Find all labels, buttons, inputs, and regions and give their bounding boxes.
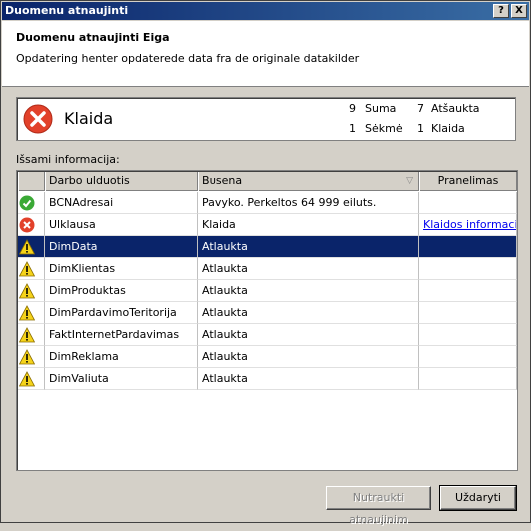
error-details-link[interactable]: Klaidos informacija: — [423, 218, 516, 231]
title-bar[interactable]: Duomenu atnaujinti ? X — [2, 2, 529, 20]
cancelled-label: Atšaukta — [431, 102, 480, 115]
row-icon-cell — [18, 324, 45, 346]
table-header: Darbo ulduotis Bᴜsena ▽ Pranelimas — [18, 172, 517, 191]
status-cell: Atlaukta — [198, 236, 419, 258]
column-header-status[interactable]: Bᴜsena ▽ — [198, 172, 419, 191]
message-cell — [419, 302, 517, 324]
table-row[interactable]: DimValiuta Atlaukta — [18, 368, 517, 390]
task-table[interactable]: Darbo ulduotis Bᴜsena ▽ Pranelimas BCNAd… — [16, 170, 518, 471]
message-cell[interactable]: Klaidos informacija: — [419, 214, 517, 236]
icon-column-header[interactable] — [18, 172, 45, 191]
message-cell — [419, 258, 517, 280]
row-icon-cell — [18, 302, 45, 324]
row-icon-cell — [18, 280, 45, 302]
table-row[interactable]: DimPardavimoTeritorija Atlaukta — [18, 302, 517, 324]
table-row[interactable]: DimKlientas Atlaukta — [18, 258, 517, 280]
status-cell: Atlaukta — [198, 302, 419, 324]
task-cell: DimData — [45, 236, 198, 258]
stop-refresh-button[interactable]: Nutraukti atnaujinim — [326, 486, 431, 526]
window-title: Duomenu atnaujinti — [5, 4, 129, 17]
status-cell: Atlaukta — [198, 346, 419, 368]
close-button[interactable]: Uždaryti — [439, 485, 517, 511]
message-cell — [419, 280, 517, 302]
error-count: 1 — [417, 122, 424, 135]
success-count: 1 — [349, 122, 356, 135]
row-icon-cell — [18, 214, 45, 236]
header-subtitle: Opdatering henter opdaterede data fra de… — [16, 52, 360, 65]
status-cell: Atlaukta — [198, 368, 419, 390]
total-count: 9 — [349, 102, 356, 115]
total-label: Suma — [365, 102, 397, 115]
column-header-status-label: Bᴜsena — [202, 174, 243, 187]
message-cell — [419, 346, 517, 368]
task-cell: DimReklama — [45, 346, 198, 368]
header-title: Duomenu atnaujinti Eiga — [16, 31, 170, 44]
table-row[interactable]: FaktInternetPardavimas Atlaukta — [18, 324, 517, 346]
status-cell: Atlaukta — [198, 280, 419, 302]
row-icon-cell — [18, 236, 45, 258]
details-label: Išsami informacija: — [16, 153, 120, 166]
row-icon-cell — [18, 258, 45, 280]
refresh-dialog: Duomenu atnaujinti ? X Duomenu atnaujint… — [0, 0, 531, 526]
table-row[interactable]: BCNAdresai Pavyko. Perkeltos 64 999 eilut… — [18, 192, 517, 214]
help-button[interactable]: ? — [493, 4, 509, 18]
success-label: Sėkmė — [365, 122, 403, 135]
dialog-header: Duomenu atnaujinti Eiga Opdatering hente… — [2, 21, 529, 87]
table-row[interactable]: DimData Atlaukta — [18, 236, 517, 258]
close-window-button[interactable]: X — [511, 4, 527, 18]
status-cell: Pavyko. Perkeltos 64 999 eiluts. — [198, 192, 419, 214]
column-header-message[interactable]: Pranelimas — [419, 172, 517, 191]
row-icon-cell — [18, 346, 45, 368]
message-cell — [419, 324, 517, 346]
status-label: Klaida — [64, 109, 114, 128]
message-cell — [419, 368, 517, 390]
row-icon-cell — [18, 368, 45, 390]
cancelled-count: 7 — [417, 102, 424, 115]
message-cell — [419, 192, 517, 214]
task-cell: Ulklausa — [45, 214, 198, 236]
row-icon-cell — [18, 192, 45, 214]
sort-arrow-icon: ▽ — [406, 176, 413, 186]
status-cell: Atlaukta — [198, 324, 419, 346]
table-row[interactable]: DimReklama Atlaukta — [18, 346, 517, 368]
task-cell: DimKlientas — [45, 258, 198, 280]
task-cell: DimPardavimoTeritorija — [45, 302, 198, 324]
task-cell: DimProduktas — [45, 280, 198, 302]
table-row[interactable]: UlklausaKlaida Klaidos informacija: — [18, 214, 517, 236]
task-cell: DimValiuta — [45, 368, 198, 390]
error-icon — [23, 104, 53, 134]
table-row[interactable]: DimProduktas Atlaukta — [18, 280, 517, 302]
status-cell: Atlaukta — [198, 258, 419, 280]
status-summary-panel: Klaida 9 Suma 7 Atšaukta 1 Sėkmė 1 Klaid… — [16, 97, 516, 141]
error-label: Klaida — [431, 122, 465, 135]
task-cell: BCNAdresai — [45, 192, 198, 214]
message-cell — [419, 236, 517, 258]
status-cell: Klaida — [198, 214, 419, 236]
column-header-task[interactable]: Darbo ulduotis — [45, 172, 198, 191]
task-cell: FaktInternetPardavimas — [45, 324, 198, 346]
